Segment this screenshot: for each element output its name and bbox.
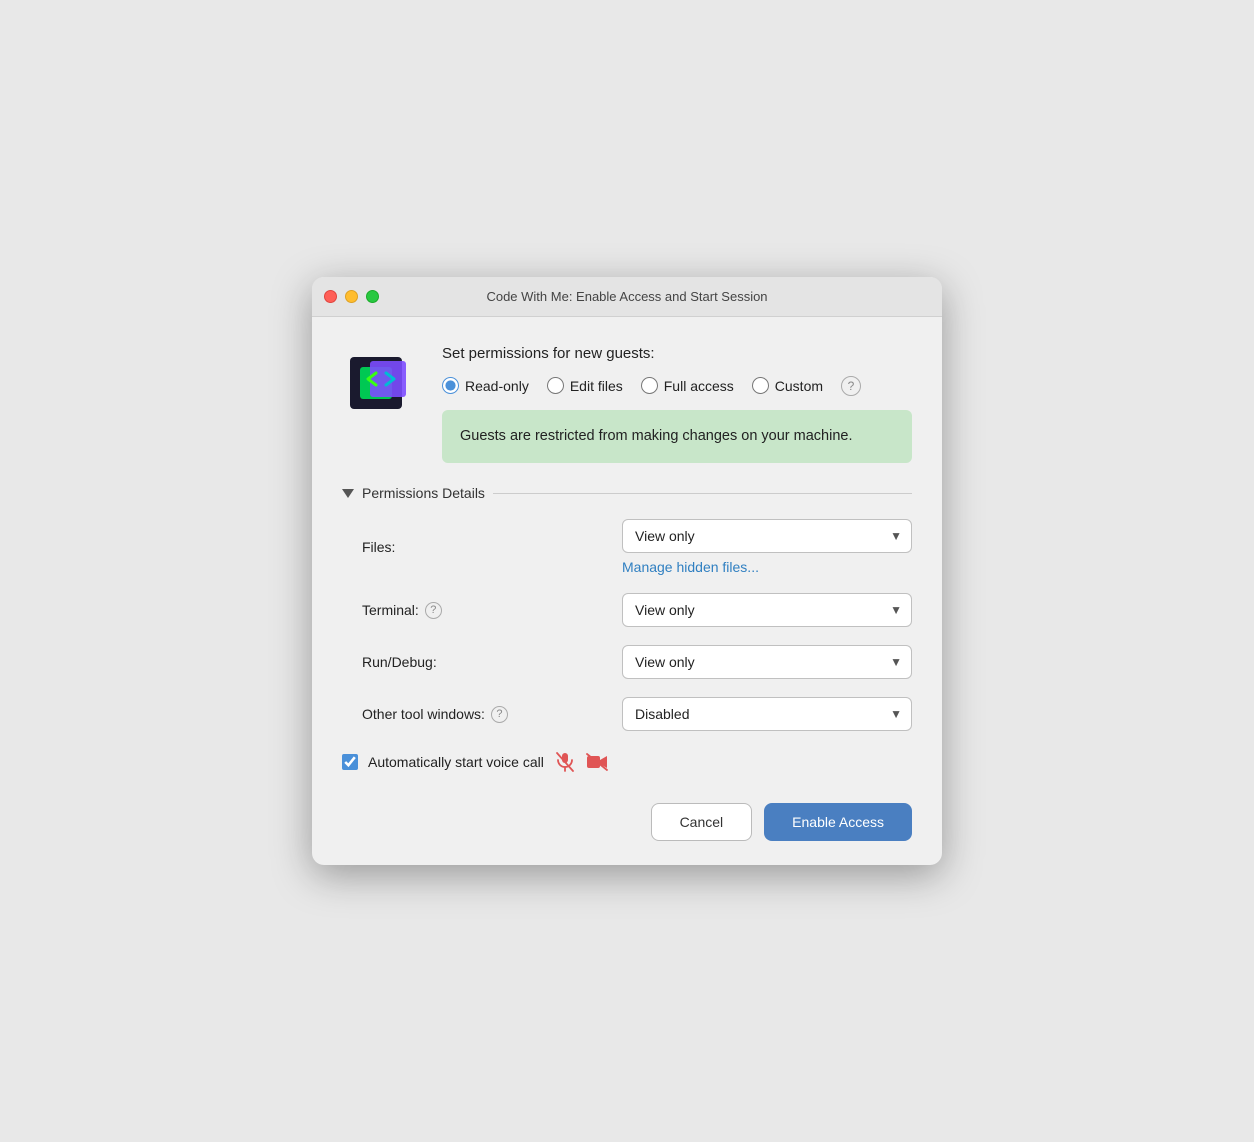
- radio-read-only-input[interactable]: [442, 377, 459, 394]
- permissions-details-header: Permissions Details: [342, 485, 912, 501]
- permissions-section: Set permissions for new guests: Read-onl…: [442, 345, 912, 464]
- files-cell: View only Edit Full access Disabled ▼ Ma…: [622, 519, 912, 575]
- terminal-select[interactable]: View only Edit Full access Disabled: [622, 593, 912, 627]
- radio-custom[interactable]: Custom: [752, 377, 823, 394]
- radio-edit-files[interactable]: Edit files: [547, 377, 623, 394]
- radio-edit-files-input[interactable]: [547, 377, 564, 394]
- header-row: Set permissions for new guests: Read-onl…: [342, 345, 912, 464]
- run-debug-select-wrapper: View only Edit Full access Disabled ▼: [622, 645, 912, 679]
- maximize-button[interactable]: [366, 290, 379, 303]
- title-bar: Code With Me: Enable Access and Start Se…: [312, 277, 942, 317]
- radio-edit-files-label: Edit files: [570, 378, 623, 394]
- radio-custom-input[interactable]: [752, 377, 769, 394]
- terminal-help-icon[interactable]: ?: [425, 602, 442, 619]
- details-divider: [493, 493, 912, 494]
- radio-full-access[interactable]: Full access: [641, 377, 734, 394]
- files-select-wrapper: View only Edit Full access Disabled ▼: [622, 519, 912, 553]
- window-title: Code With Me: Enable Access and Start Se…: [486, 289, 767, 304]
- radio-read-only-label: Read-only: [465, 378, 529, 394]
- terminal-select-wrapper: View only Edit Full access Disabled ▼: [622, 593, 912, 627]
- content-area: Set permissions for new guests: Read-onl…: [312, 317, 942, 866]
- traffic-lights: [324, 290, 379, 303]
- other-tool-windows-select-wrapper: Disabled View only Edit Full access ▼: [622, 697, 912, 731]
- close-button[interactable]: [324, 290, 337, 303]
- main-window: Code With Me: Enable Access and Start Se…: [312, 277, 942, 866]
- other-tool-windows-select[interactable]: Disabled View only Edit Full access: [622, 697, 912, 731]
- enable-access-button[interactable]: Enable Access: [764, 803, 912, 841]
- info-box: Guests are restricted from making change…: [442, 410, 912, 464]
- files-label: Files:: [362, 539, 622, 555]
- footer-buttons: Cancel Enable Access: [342, 799, 912, 841]
- radio-custom-label: Custom: [775, 378, 823, 394]
- collapse-triangle-icon[interactable]: [342, 489, 354, 498]
- voice-call-label: Automatically start voice call: [368, 754, 544, 770]
- voice-call-row: Automatically start voice call: [342, 751, 912, 773]
- app-icon: [342, 345, 422, 425]
- other-tool-windows-label: Other tool windows: ?: [362, 706, 622, 723]
- info-box-text: Guests are restricted from making change…: [460, 428, 852, 444]
- cancel-button[interactable]: Cancel: [651, 803, 753, 841]
- permissions-details-title: Permissions Details: [362, 485, 485, 501]
- radio-group: Read-only Edit files Full access Custom: [442, 376, 912, 396]
- radio-read-only[interactable]: Read-only: [442, 377, 529, 394]
- radio-full-access-label: Full access: [664, 378, 734, 394]
- other-tool-windows-help-icon[interactable]: ?: [491, 706, 508, 723]
- mute-mic-icon[interactable]: [554, 751, 576, 773]
- run-debug-label: Run/Debug:: [362, 654, 622, 670]
- radio-full-access-input[interactable]: [641, 377, 658, 394]
- permissions-label: Set permissions for new guests:: [442, 345, 912, 362]
- files-select[interactable]: View only Edit Full access Disabled: [622, 519, 912, 553]
- details-grid: Files: View only Edit Full access Disabl…: [362, 519, 912, 731]
- minimize-button[interactable]: [345, 290, 358, 303]
- voice-call-checkbox[interactable]: [342, 754, 358, 770]
- mute-cam-icon[interactable]: [586, 751, 608, 773]
- terminal-label: Terminal: ?: [362, 602, 622, 619]
- manage-hidden-files-link[interactable]: Manage hidden files...: [622, 559, 912, 575]
- run-debug-select[interactable]: View only Edit Full access Disabled: [622, 645, 912, 679]
- permission-help-icon[interactable]: ?: [841, 376, 861, 396]
